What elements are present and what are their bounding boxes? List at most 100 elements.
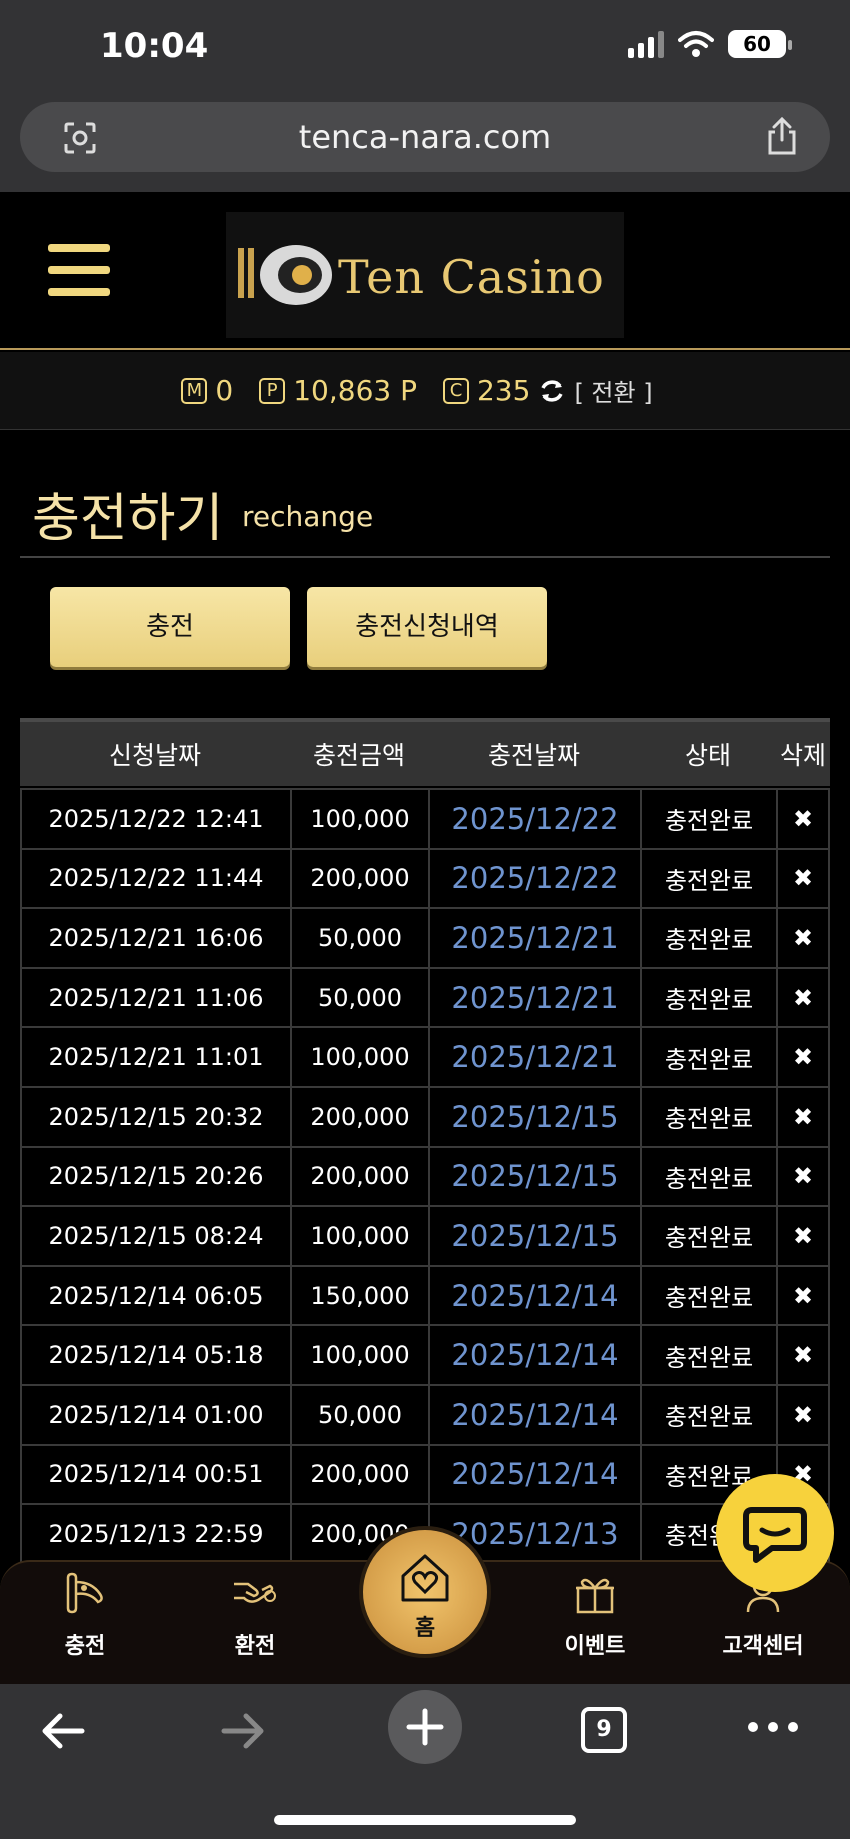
status-cell: 충전완료 xyxy=(640,1326,776,1384)
amount-cell: 150,000 xyxy=(290,1266,428,1325)
charge-date-link[interactable]: 2025/12/21 xyxy=(428,909,640,967)
status-cell: 충전완료 xyxy=(640,790,776,848)
amount-cell: 50,000 xyxy=(290,968,428,1027)
request-date-cell: 2025/12/14 06:05 xyxy=(20,1266,290,1325)
amount-cell: 50,000 xyxy=(290,909,428,967)
nav-exchange-label: 환전 xyxy=(234,1634,276,1659)
charge-date-link[interactable]: 2025/12/22 xyxy=(428,849,640,908)
charge-date-link[interactable]: 2025/12/15 xyxy=(428,1087,640,1146)
plus-icon xyxy=(406,1708,444,1746)
delete-icon[interactable]: ✖ xyxy=(776,790,830,848)
new-tab-button[interactable] xyxy=(388,1690,462,1764)
charge-date-link[interactable]: 2025/12/21 xyxy=(428,968,640,1027)
m-badge-icon: M xyxy=(181,377,208,404)
charge-date-link[interactable]: 2025/12/21 xyxy=(428,1028,640,1086)
amount-cell: 200,000 xyxy=(290,849,428,908)
delete-icon[interactable]: ✖ xyxy=(776,849,830,908)
points-bar: M 0 P 10,863 P C 235 [ 전환 ] xyxy=(0,352,850,430)
amount-cell: 100,000 xyxy=(290,1326,428,1384)
nav-charge[interactable]: 충전 xyxy=(25,1570,145,1660)
request-date-cell: 2025/12/22 11:44 xyxy=(20,849,290,908)
request-date-cell: 2025/12/15 20:32 xyxy=(20,1087,290,1146)
status-indicators: 60 xyxy=(628,30,792,58)
share-icon[interactable] xyxy=(764,116,800,156)
status-time: 10:04 xyxy=(100,26,209,66)
site-logo[interactable]: Ten Casino xyxy=(226,212,624,338)
home-indicator xyxy=(274,1815,576,1825)
exchange-icon xyxy=(234,1582,276,1603)
delete-icon[interactable]: ✖ xyxy=(776,1087,830,1146)
back-arrow-icon[interactable] xyxy=(38,1706,88,1756)
nav-home[interactable]: 홈 xyxy=(359,1526,491,1658)
delete-icon[interactable]: ✖ xyxy=(776,1028,830,1086)
header-request-date: 신청날짜 xyxy=(108,741,201,770)
amount-cell: 100,000 xyxy=(290,790,428,848)
nav-event-label: 이벤트 xyxy=(564,1634,626,1659)
table-row: 2025/12/22 11:44 200,000 2025/12/22 충전완료 ✖ xyxy=(20,849,830,910)
nav-charge-label: 충전 xyxy=(64,1634,106,1659)
cellular-signal-icon xyxy=(628,30,664,58)
page-title: 충전하기 xyxy=(32,489,224,549)
charge-date-link[interactable]: 2025/12/15 xyxy=(428,1207,640,1265)
status-cell: 충전완료 xyxy=(640,909,776,967)
table-row: 2025/12/14 05:18 100,000 2025/12/14 충전완료 ✖ xyxy=(20,1326,830,1386)
table-row: 2025/12/15 20:26 200,000 2025/12/15 충전완료 ✖ xyxy=(20,1147,830,1208)
charge-table: 신청날짜 충전금액 충전날짜 상태 삭제 2025/12/22 12:41 100… xyxy=(20,718,830,1565)
charge-history-button[interactable]: 충전신청내역 xyxy=(307,587,547,667)
site-header: Ten Casino xyxy=(0,192,850,350)
table-row: 2025/12/15 08:24 100,000 2025/12/15 충전완료 ✖ xyxy=(20,1207,830,1267)
money-value: 0 xyxy=(215,374,234,407)
table-header: 신청날짜 충전금액 충전날짜 상태 삭제 xyxy=(20,718,830,786)
logo-emblem-icon xyxy=(238,245,332,305)
delete-icon[interactable]: ✖ xyxy=(776,1147,830,1206)
coin-value: 235 xyxy=(476,374,531,407)
browser-top-chrome: 10:04 60 tenca-nara.com xyxy=(0,0,850,192)
header-delete: 삭제 xyxy=(779,741,826,770)
charge-date-link[interactable]: 2025/12/14 xyxy=(428,1326,640,1384)
point-value: 10,863 P xyxy=(293,374,417,407)
table-body: 2025/12/22 12:41 100,000 2025/12/22 충전완료 ✖ 20… xyxy=(20,788,830,1565)
point-balance: P 10,863 P xyxy=(259,374,417,407)
charge-date-link[interactable]: 2025/12/15 xyxy=(428,1147,640,1206)
browser-bottom-toolbar: 9 xyxy=(0,1684,850,1839)
p-badge-icon: P xyxy=(259,377,286,404)
status-cell: 충전완료 xyxy=(640,1266,776,1325)
nav-event[interactable]: 이벤트 xyxy=(535,1570,655,1660)
status-cell: 충전완료 xyxy=(640,1028,776,1086)
forward-arrow-icon[interactable] xyxy=(218,1706,268,1756)
amount-cell: 50,000 xyxy=(290,1385,428,1444)
refresh-icon[interactable] xyxy=(538,377,566,405)
logo-text: Ten Casino xyxy=(338,250,605,304)
delete-icon[interactable]: ✖ xyxy=(776,1326,830,1384)
request-date-cell: 2025/12/22 12:41 xyxy=(20,790,290,848)
delete-icon[interactable]: ✖ xyxy=(776,968,830,1027)
charge-date-link[interactable]: 2025/12/14 xyxy=(428,1385,640,1444)
status-cell: 충전완료 xyxy=(640,1385,776,1444)
tabs-button[interactable]: 9 xyxy=(581,1707,627,1753)
charge-button[interactable]: 충전 xyxy=(50,587,290,667)
delete-icon[interactable]: ✖ xyxy=(776,1385,830,1444)
request-date-cell: 2025/12/13 22:59 xyxy=(20,1505,290,1563)
status-cell: 충전완료 xyxy=(640,968,776,1027)
delete-icon[interactable]: ✖ xyxy=(776,1266,830,1325)
table-row: 2025/12/14 01:00 50,000 2025/12/14 충전완료 ✖ xyxy=(20,1385,830,1446)
switch-link[interactable]: [ 전환 ] xyxy=(574,373,652,408)
charge-date-link[interactable]: 2025/12/14 xyxy=(428,1266,640,1325)
c-badge-icon: C xyxy=(442,377,469,404)
chat-button[interactable] xyxy=(716,1474,834,1592)
table-row: 2025/12/14 00:51 200,000 2025/12/14 충전완료 ✖ xyxy=(20,1445,830,1506)
delete-icon[interactable]: ✖ xyxy=(776,1207,830,1265)
wifi-icon xyxy=(678,31,714,57)
charge-date-link[interactable]: 2025/12/22 xyxy=(428,790,640,848)
amount-cell: 200,000 xyxy=(290,1445,428,1504)
request-date-cell: 2025/12/21 11:01 xyxy=(20,1028,290,1086)
delete-icon[interactable]: ✖ xyxy=(776,909,830,967)
url-bar[interactable]: tenca-nara.com xyxy=(20,102,830,172)
menu-icon[interactable] xyxy=(48,244,110,296)
amount-cell: 100,000 xyxy=(290,1028,428,1086)
request-date-cell: 2025/12/14 00:51 xyxy=(20,1445,290,1504)
more-options-icon[interactable] xyxy=(748,1722,798,1732)
nav-exchange[interactable]: 환전 xyxy=(195,1570,315,1660)
charge-date-link[interactable]: 2025/12/14 xyxy=(428,1445,640,1504)
nav-support-label: 고객센터 xyxy=(722,1634,804,1659)
